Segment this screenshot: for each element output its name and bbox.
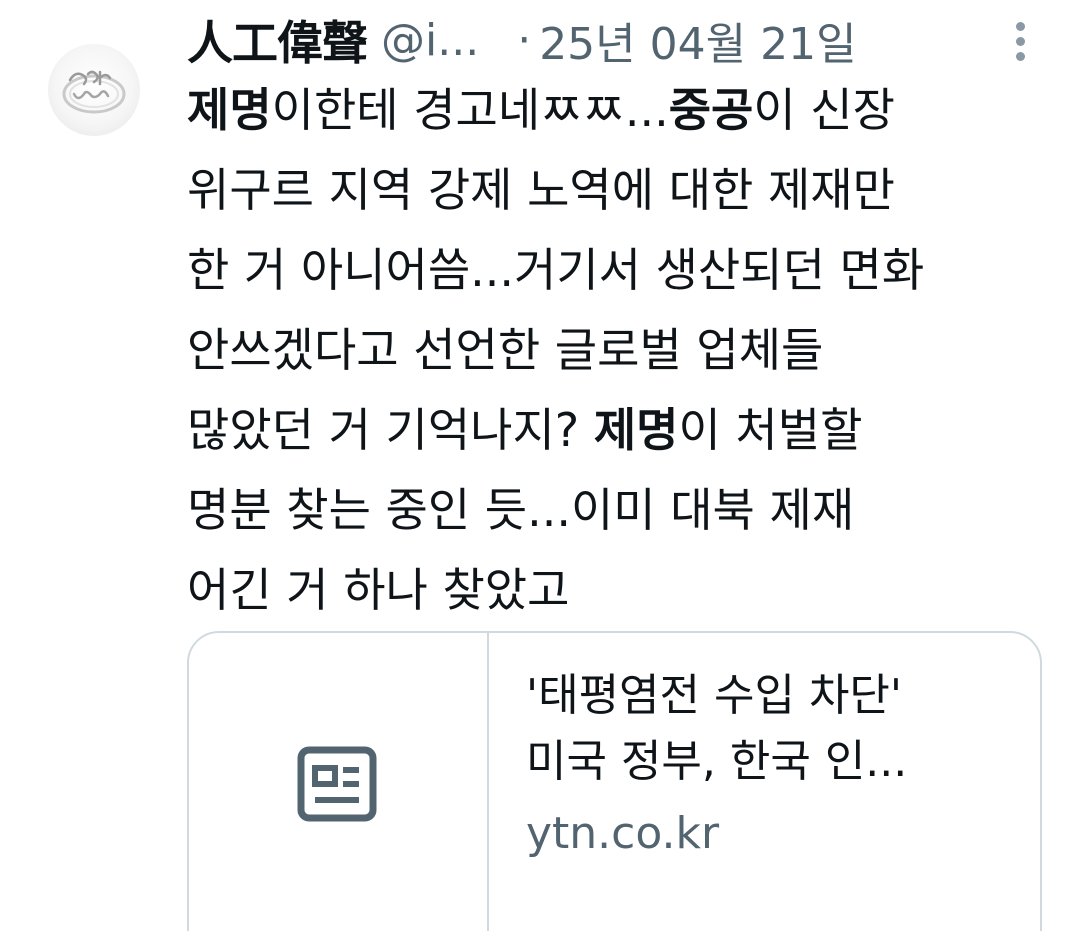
avatar[interactable]: [48, 44, 140, 136]
link-card-title-line1: '태평염전 수입 차단': [526, 670, 903, 721]
link-card-text: '태평염전 수입 차단' 미국 정부, 한국 인... ytn.co.kr: [526, 663, 1026, 867]
article-icon: [297, 746, 377, 822]
more-vertical-icon[interactable]: [1008, 22, 1032, 66]
tweet-text-run: 이한테 경고네ㅉㅉ...: [271, 83, 669, 137]
display-name[interactable]: 人工偉聲: [187, 7, 368, 73]
separator-dot: ·: [517, 14, 532, 66]
link-card-thumbnail: [189, 633, 489, 931]
tweet-text-run: 이 처벌할: [678, 403, 863, 457]
tweet-text-line: 위구르 지역 강제 노역에 대한 제재만: [187, 150, 1047, 230]
tweet-text-run: 안쓰겠다고 선언한 글로벌 업체들: [187, 323, 824, 377]
user-handle[interactable]: @i...: [381, 15, 479, 66]
tweet-text-run: 이 신장: [753, 83, 895, 137]
tweet-text-run: 어긴 거 하나 찾았고: [187, 563, 570, 617]
tweet-date[interactable]: 25년 04월 21일: [539, 8, 856, 72]
link-card-domain: ytn.co.kr: [526, 808, 720, 859]
tweet-text-bold-run: 제명: [593, 403, 679, 457]
tweet-text-line: 안쓰겠다고 선언한 글로벌 업체들: [187, 310, 1047, 390]
tweet-text-line: 많았던 거 기억나지? 제명이 처벌할: [187, 390, 1047, 470]
tweet-text: 제명이한테 경고네ㅉㅉ...중공이 신장 위구르 지역 강제 노역에 대한 제재만…: [187, 70, 1047, 630]
ring-avatar-icon: [62, 70, 126, 114]
tweet-text-line: 명분 찾는 중인 듯...이미 대북 제재: [187, 470, 1047, 550]
link-card[interactable]: '태평염전 수입 차단' 미국 정부, 한국 인... ytn.co.kr: [187, 631, 1042, 931]
tweet-text-bold-run: 중공: [668, 83, 754, 137]
tweet[interactable]: 人工偉聲 @i... · 25년 04월 21일 제명이한테 경고네ㅉㅉ...중…: [0, 0, 1080, 931]
tweet-text-run: 한 거 아니어씀...거기서 생산되던 면화: [187, 243, 925, 297]
tweet-text-run: 명분 찾는 중인 듯...이미 대북 제재: [187, 483, 855, 537]
link-card-title-line2: 미국 정부, 한국 인...: [526, 736, 908, 787]
tweet-text-line: 어긴 거 하나 찾았고: [187, 550, 1047, 630]
tweet-text-bold-run: 제명: [187, 83, 272, 137]
tweet-text-line: 제명이한테 경고네ㅉㅉ...중공이 신장: [187, 70, 1047, 150]
tweet-header: 人工偉聲 @i... · 25년 04월 21일: [187, 8, 1047, 72]
tweet-text-run: 위구르 지역 강제 노역에 대한 제재만: [187, 163, 895, 217]
tweet-text-line: 한 거 아니어씀...거기서 생산되던 면화: [187, 230, 1047, 310]
tweet-text-run: 많았던 거 기억나지?: [187, 403, 594, 457]
